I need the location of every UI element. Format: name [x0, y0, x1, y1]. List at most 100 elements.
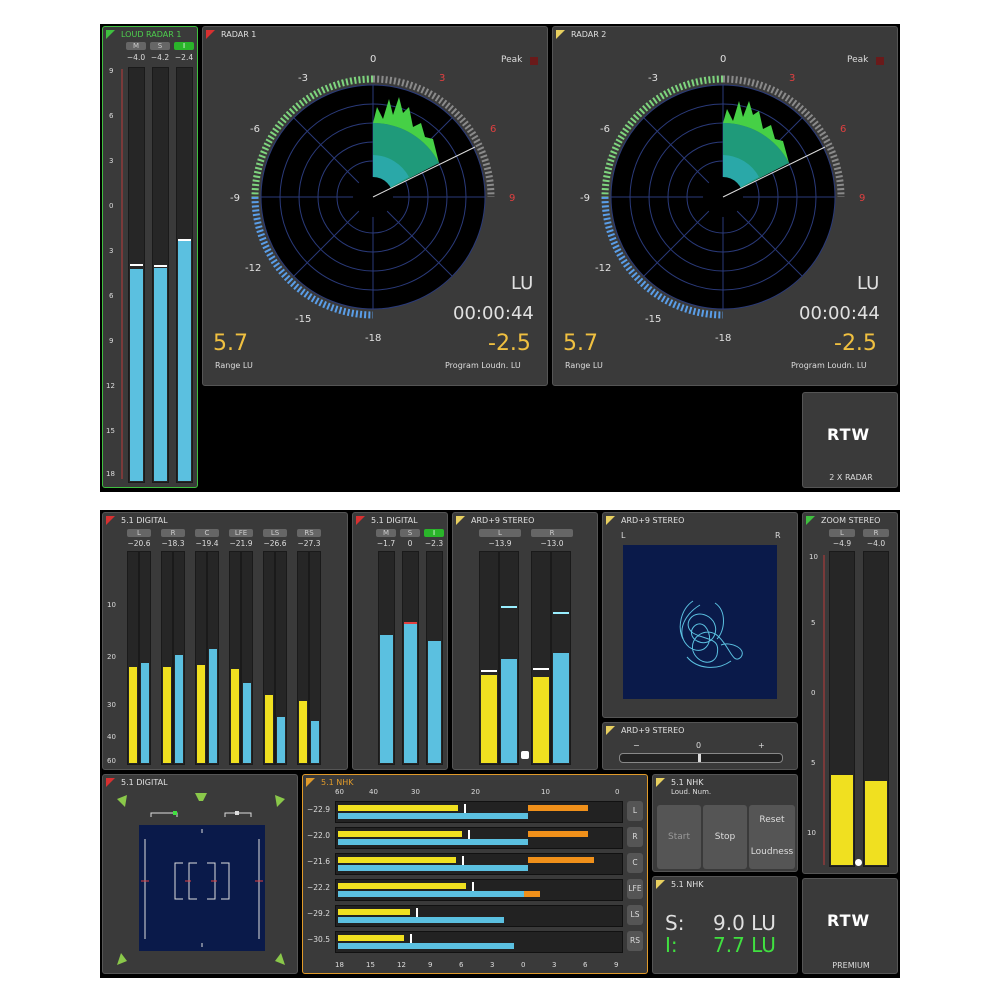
channel-header: R	[161, 529, 185, 537]
peak-label: Peak	[501, 55, 523, 65]
panel-corner-marker	[106, 30, 115, 39]
channel-select-button[interactable]: C	[627, 853, 643, 873]
zoom-stereo-panel[interactable]: ZOOM STEREO L R −4.9 −4.0 10 5 0 5 10	[802, 512, 898, 874]
peak-hold	[533, 668, 549, 670]
surround-sound-display	[117, 793, 285, 965]
start-button[interactable]: Start	[657, 805, 701, 869]
panel-corner-marker	[606, 516, 615, 525]
radar-ring-label: 6	[840, 124, 847, 135]
channel-select-button[interactable]: LS	[627, 905, 643, 925]
meter-bar-r-peak	[531, 551, 551, 765]
bar-fill	[311, 721, 319, 763]
elapsed-time: 00:00:44	[799, 303, 880, 324]
value-m: −4.0	[126, 53, 146, 62]
ard-correlation-panel[interactable]: ARD+9 STEREO − 0 +	[602, 722, 798, 770]
channel-select-button[interactable]: LFE	[627, 879, 643, 899]
overload-indicator[interactable]	[855, 859, 862, 866]
peak-hold	[404, 622, 417, 624]
rtw-instrument-box[interactable]: RTW 2 X RADAR	[802, 392, 898, 488]
channel-loudness-bar	[207, 551, 219, 765]
surround-display-panel[interactable]: 5.1 DIGITAL	[102, 774, 298, 974]
value-s: 0	[407, 539, 413, 548]
radar-ring-label: 9	[509, 193, 516, 204]
stop-button[interactable]: Stop	[703, 805, 747, 869]
radar-ring-label: -9	[580, 193, 590, 204]
scale-label: 0	[811, 689, 816, 697]
bar-fill	[865, 781, 887, 865]
bar-fill	[404, 623, 417, 763]
bottom-scale-label: 15	[366, 961, 375, 969]
peak-hold	[462, 856, 464, 865]
correlation-bar	[619, 753, 783, 763]
rtw-premium-box[interactable]: RTW PREMIUM	[802, 878, 898, 974]
right-speaker-icon	[275, 795, 285, 807]
channel-peak-bar	[195, 551, 207, 765]
bar-fill	[175, 655, 183, 763]
over-bar	[528, 831, 588, 837]
reset-loudness-button[interactable]: Reset Loudness	[749, 805, 795, 869]
panel-corner-marker	[656, 778, 665, 787]
panel-title: RADAR 1	[221, 30, 257, 39]
program-loudness-label: Program Loudn. LU	[791, 361, 867, 370]
red-scale-line	[823, 555, 825, 865]
nhk-51-meter-panel[interactable]: 5.1 NHK 60 40 30 20 10 0 −22.9 L −22.0 R −21.6 …	[302, 774, 648, 974]
panel-corner-marker	[606, 726, 615, 735]
top-scale-label: 0	[615, 788, 620, 796]
peak-hold	[178, 239, 191, 241]
panel-corner-marker	[106, 778, 115, 787]
nhk-row-meter	[335, 827, 623, 849]
meter-bar-l-peak	[479, 551, 499, 765]
radar-ring-label: -15	[295, 314, 312, 325]
elapsed-time: 00:00:44	[453, 303, 534, 324]
scale-label: 3	[109, 157, 114, 165]
bottom-scale-label: 0	[521, 961, 526, 969]
instrument-label: 2 X RADAR	[829, 473, 873, 482]
loud-radar-meter-panel[interactable]: LOUD RADAR 1 M S I −4.0 −4.2 −2.4 9 6 3 …	[102, 26, 198, 488]
nhk-readout-panel[interactable]: 5.1 NHK S: 9.0 LU I: 7.7 LU	[652, 876, 798, 974]
radar-1-panel[interactable]: RADAR 1 Peak 0 3 6 9 -3 -6 -9 -12 -15 -1…	[202, 26, 548, 386]
nhk-control-panel[interactable]: 5.1 NHK Loud. Num. Start Stop Reset Loud…	[652, 774, 798, 872]
channel-select-button[interactable]: L	[627, 801, 643, 821]
rtw-logo: RTW	[827, 911, 871, 930]
scale-label: 10	[809, 553, 818, 561]
over-bar	[524, 891, 540, 897]
nhk-row-meter	[335, 853, 623, 875]
channel-select-button[interactable]: R	[627, 827, 643, 847]
peak-indicator	[530, 57, 538, 65]
channel-select-button[interactable]: RS	[627, 931, 643, 951]
radar-ring-label: -3	[298, 73, 308, 84]
bar-fill	[553, 653, 569, 763]
nhk-row-value: −21.6	[307, 857, 330, 866]
nhk-row-value: −22.2	[307, 883, 330, 892]
reset-indicator[interactable]	[521, 751, 529, 759]
panel-corner-marker	[306, 778, 315, 787]
digital-51-meter-panel[interactable]: 5.1 DIGITAL L −20.6 R −18.3 C −19.4 LFE −21.9 LS…	[102, 512, 348, 770]
bar-fill	[178, 241, 191, 481]
radar-ring-label: 3	[789, 73, 796, 84]
header-l: L	[829, 529, 855, 537]
channel-header: C	[195, 529, 219, 537]
nhk-row-value: −30.5	[307, 935, 330, 944]
peak-hold	[481, 670, 497, 672]
meter-bar-s	[402, 551, 419, 765]
bottom-scale-label: 9	[614, 961, 619, 969]
radar-ring-label: -9	[230, 193, 240, 204]
integrated-value: 7.7 LU	[713, 933, 776, 957]
scale-label: 3	[109, 247, 114, 255]
bar-fill	[265, 695, 273, 763]
bottom-scale-label: 9	[428, 961, 433, 969]
loudness-bar	[338, 865, 528, 871]
value-r: −13.0	[540, 539, 564, 548]
panel-corner-marker	[556, 30, 565, 39]
ard-stereo-meter-panel[interactable]: ARD+9 STEREO L R −13.9 −13.0	[452, 512, 598, 770]
short-term-label: S:	[665, 911, 685, 935]
channel-value: −21.9	[229, 539, 253, 548]
range-value: 5.7	[213, 331, 248, 356]
bottom-scale-label: 6	[583, 961, 588, 969]
digital-51-loudness-panel[interactable]: 5.1 DIGITAL M S I −1.7 0 −2.3	[352, 512, 448, 770]
radar-2-panel[interactable]: RADAR 2 Peak 0 3 6 9 -3 -6 -9 -12 -15 -1…	[552, 26, 898, 386]
scale-label: 15	[106, 427, 115, 435]
panel-title: 5.1 DIGITAL	[121, 778, 168, 787]
ard-vectorscope-panel[interactable]: ARD+9 STEREO L R	[602, 512, 798, 718]
channel-loudness-bar	[241, 551, 253, 765]
